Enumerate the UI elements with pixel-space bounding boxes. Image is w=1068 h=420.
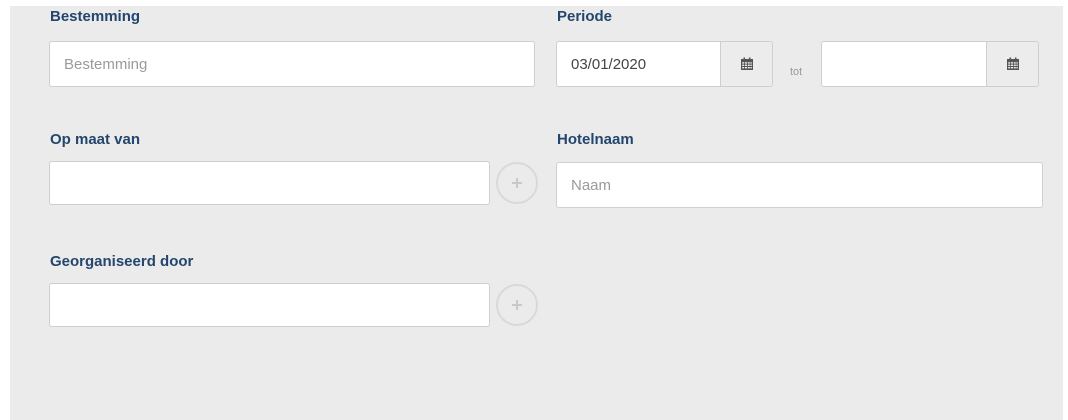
periode-start-calendar-button[interactable] — [721, 41, 773, 87]
op-maat-van-input[interactable] — [49, 161, 490, 205]
hotelnaam-input[interactable] — [556, 162, 1043, 208]
op-maat-van-add-button[interactable] — [496, 162, 538, 204]
op-maat-van-label: Op maat van — [50, 131, 141, 148]
periode-end-calendar-button[interactable] — [987, 41, 1039, 87]
periode-start-input[interactable] — [556, 41, 721, 87]
georganiseerd-door-input[interactable] — [49, 283, 490, 327]
georganiseerd-door-add-button[interactable] — [496, 284, 538, 326]
calendar-icon — [740, 57, 753, 70]
georganiseerd-door-label: Georganiseerd door — [50, 253, 194, 270]
periode-label: Periode — [557, 8, 613, 25]
plus-icon — [512, 300, 522, 310]
bestemming-input[interactable] — [49, 41, 535, 87]
bestemming-label: Bestemming — [50, 8, 141, 25]
calendar-icon — [1006, 57, 1019, 70]
periode-separator: tot — [790, 66, 803, 78]
hotelnaam-label: Hotelnaam — [557, 131, 634, 148]
periode-end-input[interactable] — [821, 41, 987, 87]
plus-icon — [512, 178, 522, 188]
